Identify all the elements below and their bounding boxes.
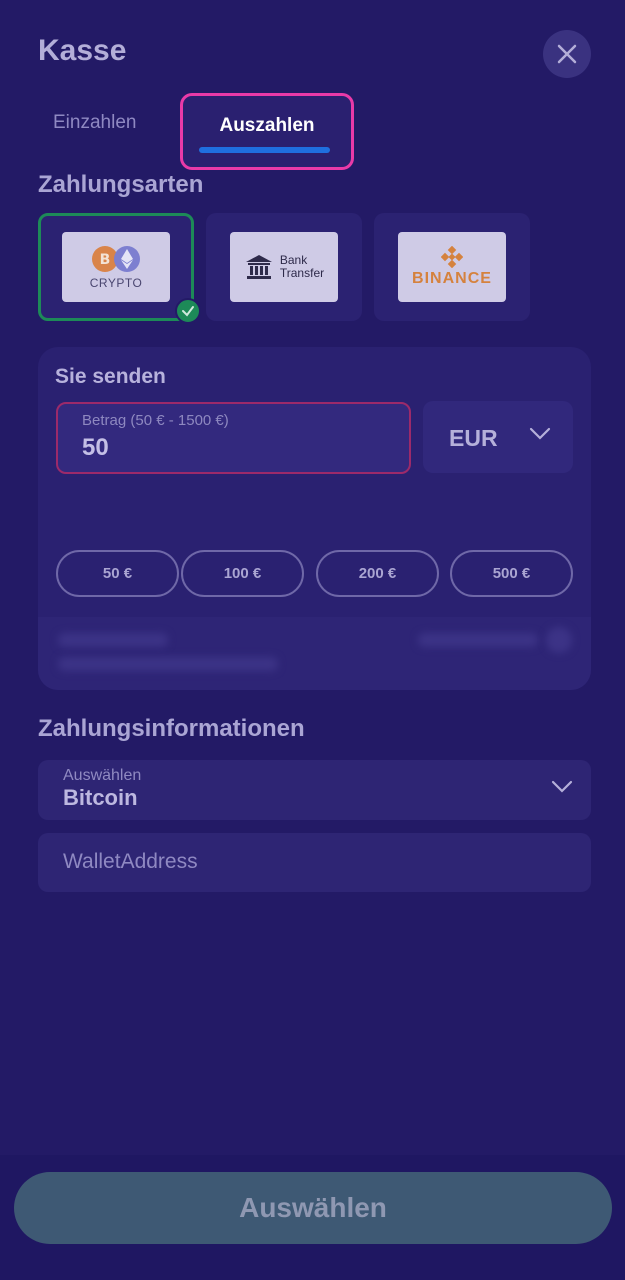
bank-icon	[245, 255, 272, 279]
submit-button[interactable]: Auswählen	[14, 1172, 612, 1244]
close-button[interactable]	[543, 30, 591, 78]
payment-currency-select[interactable]: Auswählen Bitcoin	[38, 760, 591, 820]
payment-method-crypto[interactable]: B CRYPTO	[38, 213, 201, 324]
payment-methods-title: Zahlungsarten	[38, 171, 204, 198]
wallet-address-input[interactable]: WalletAddress	[38, 833, 591, 892]
quick-amount-50[interactable]: 50 €	[56, 550, 179, 597]
tab-withdraw-label: Auszahlen	[219, 115, 315, 136]
bank-transfer-label-line2: Transfer	[279, 266, 325, 280]
close-icon	[557, 44, 577, 64]
bitcoin-ethereum-icon: B	[92, 246, 140, 272]
currency-value: EUR	[449, 425, 498, 451]
crypto-logo: B CRYPTO	[62, 232, 170, 302]
svg-text:B: B	[100, 252, 111, 268]
blurred-info-row	[38, 617, 591, 690]
binance-icon	[441, 246, 463, 268]
payment-method-bank-transfer[interactable]: Bank Transfer	[206, 213, 362, 321]
bank-transfer-logo: Bank Transfer	[230, 232, 338, 302]
tab-deposit[interactable]: Einzahlen	[53, 112, 136, 134]
active-tab-indicator	[199, 147, 330, 153]
binance-logo: BINANCE	[398, 232, 506, 302]
amount-label: Betrag (50 € - 1500 €)	[82, 412, 229, 429]
quick-amount-100[interactable]: 100 €	[181, 550, 304, 597]
payment-info-title: Zahlungsinformationen	[38, 715, 305, 742]
wallet-address-placeholder: WalletAddress	[63, 850, 198, 873]
page-title: Kasse	[38, 34, 127, 67]
quick-amount-200[interactable]: 200 €	[316, 550, 439, 597]
send-title: Sie senden	[55, 365, 166, 388]
send-card: Sie senden Betrag (50 € - 1500 €) 50 EUR…	[38, 347, 591, 690]
select-value: Bitcoin	[63, 785, 138, 810]
select-label: Auswählen	[63, 767, 142, 784]
payment-method-binance[interactable]: BINANCE	[374, 213, 530, 321]
crypto-label: CRYPTO	[89, 276, 143, 290]
amount-input[interactable]: Betrag (50 € - 1500 €) 50	[56, 402, 411, 474]
chevron-down-icon	[529, 427, 551, 440]
tab-withdraw[interactable]: Auszahlen	[180, 93, 354, 170]
binance-label: BINANCE	[412, 270, 492, 287]
quick-amount-500[interactable]: 500 €	[450, 550, 573, 597]
chevron-down-icon	[551, 780, 573, 793]
currency-select[interactable]: EUR	[423, 401, 573, 473]
selected-check-icon	[175, 298, 201, 324]
amount-value: 50	[82, 434, 109, 461]
